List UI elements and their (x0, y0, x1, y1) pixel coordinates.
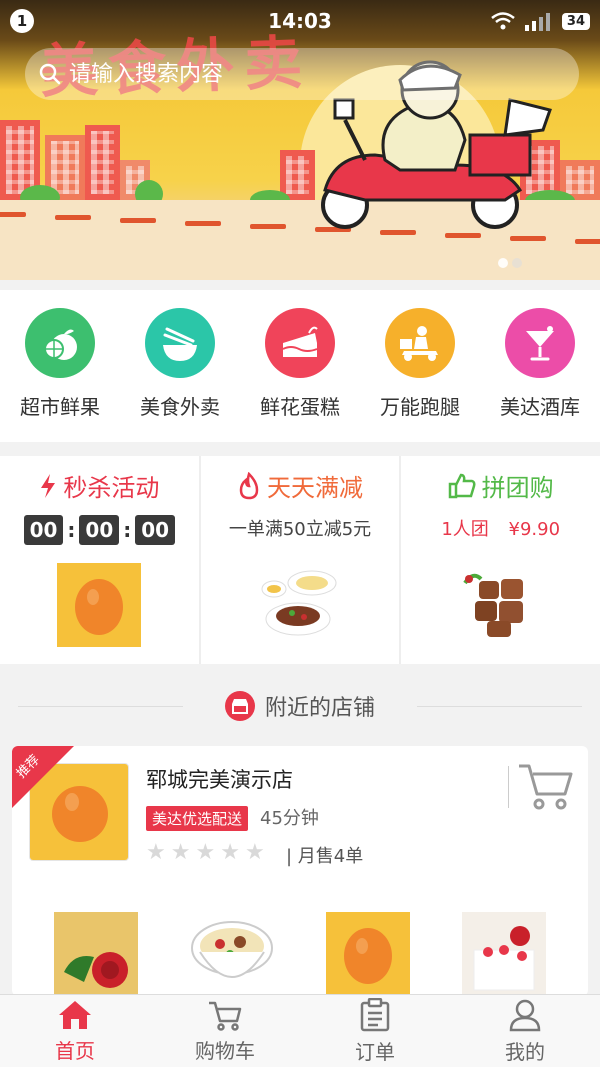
nav-profile[interactable]: 我的 (450, 995, 600, 1067)
star-icon: ★ (146, 840, 166, 865)
nearby-stores-header: 附近的店铺 (0, 683, 600, 729)
status-bar: 1 14:03 34 (0, 0, 600, 42)
product-image[interactable] (54, 912, 138, 996)
nav-label: 首页 (55, 1038, 95, 1063)
nav-label: 订单 (355, 1039, 395, 1064)
bowl-icon (145, 308, 215, 378)
countdown-minutes: 00 (79, 515, 120, 545)
store-products (12, 912, 588, 996)
countdown-hours: 00 (23, 515, 64, 545)
carousel-indicator (498, 258, 522, 268)
add-to-cart-button[interactable] (517, 760, 577, 816)
category-errand[interactable]: 万能跑腿 (360, 308, 480, 442)
star-icon: ★ (220, 840, 240, 865)
promo-daily-discount[interactable]: 天天满减 一单满50立减5元 (201, 456, 402, 664)
category-label: 万能跑腿 (380, 395, 460, 419)
cake-icon (265, 308, 335, 378)
bottom-nav: 首页 购物车 订单 我的 (0, 994, 600, 1067)
search-input[interactable] (69, 61, 549, 87)
product-image[interactable] (326, 912, 410, 996)
order-icon (360, 997, 390, 1031)
nav-label: 我的 (505, 1039, 545, 1064)
promo-title: 天天满减 (267, 474, 363, 502)
banner-building (85, 125, 120, 200)
search-bar[interactable] (25, 48, 579, 100)
promo-title: 拼团购 (481, 474, 554, 502)
cart-icon (519, 764, 573, 810)
nav-cart[interactable]: 购物车 (150, 995, 300, 1067)
search-icon (39, 63, 61, 85)
promo-subtitle: 一单满50立减5元 (228, 519, 372, 540)
dish-product-image (261, 570, 337, 636)
nav-orders[interactable]: 订单 (300, 995, 450, 1067)
category-food[interactable]: 美食外卖 (120, 308, 240, 442)
category-grid: 超市鲜果 美食外卖 鲜花蛋糕 万能跑腿 美达酒库 (0, 290, 600, 442)
section-title: 附近的店铺 (264, 696, 375, 721)
category-label: 美达酒库 (500, 395, 580, 419)
star-icon: ★ (244, 840, 265, 865)
store-card[interactable]: 推荐 郓城完美演示店 美达优选配送 45分钟 ★ ★ ★ ★ ★ | 月售4单 (12, 746, 588, 996)
group-price: ¥9.90 (508, 519, 561, 540)
carousel-dot-active (498, 258, 508, 268)
product-image[interactable] (462, 912, 546, 996)
notification-badge: 1 (10, 9, 34, 33)
home-icon (59, 1000, 91, 1029)
nav-label: 购物车 (195, 1038, 255, 1063)
category-wine[interactable]: 美达酒库 (480, 308, 600, 442)
flame-icon (239, 471, 259, 499)
carousel-dot (512, 258, 522, 268)
category-label: 美食外卖 (140, 395, 220, 419)
star-icon: ★ (195, 840, 216, 865)
pork-dish-image (463, 573, 523, 637)
promo-group-buy[interactable]: 拼团购 1人团 ¥9.90 (401, 456, 600, 664)
category-label: 鲜花蛋糕 (260, 395, 340, 419)
signal-icon (524, 13, 550, 31)
category-cake[interactable]: 鲜花蛋糕 (240, 308, 360, 442)
store-name: 郓城完美演示店 (146, 768, 293, 792)
countdown-seconds: 00 (135, 515, 176, 545)
banner-carousel[interactable]: 美食外卖 (0, 0, 600, 280)
fruit-icon (25, 308, 95, 378)
battery-indicator: 34 (561, 12, 590, 30)
store-rating: ★ ★ ★ ★ ★ (146, 840, 265, 865)
delivery-icon (385, 308, 455, 378)
group-size: 1人团 (441, 519, 489, 540)
category-label: 超市鲜果 (20, 395, 100, 419)
star-icon: ★ (170, 840, 191, 865)
thumbs-up-icon (448, 473, 476, 498)
wifi-icon (491, 12, 515, 30)
category-fruit[interactable]: 超市鲜果 (0, 308, 120, 442)
promo-flash-sale[interactable]: 秒杀活动 00 : 00 : 00 (0, 456, 201, 664)
lightning-icon (41, 473, 56, 498)
delivery-tag: 美达优选配送 (146, 806, 249, 831)
product-image[interactable] (190, 912, 274, 996)
user-icon (509, 999, 541, 1031)
countdown-timer: 00 : 00 : 00 (23, 515, 176, 545)
store-icon (224, 691, 255, 721)
delivery-time: 45分钟 (260, 808, 319, 829)
promo-title: 秒杀活动 (63, 474, 160, 502)
promo-row: 秒杀活动 00 : 00 : 00 天天满减 一单满50立减5元 拼团购 1人团… (0, 456, 600, 664)
nav-home[interactable]: 首页 (0, 995, 150, 1067)
orange-product-image (57, 563, 142, 647)
cart-icon (209, 1001, 242, 1031)
monthly-sales: | 月售4单 (286, 846, 364, 867)
cocktail-icon (505, 308, 575, 378)
